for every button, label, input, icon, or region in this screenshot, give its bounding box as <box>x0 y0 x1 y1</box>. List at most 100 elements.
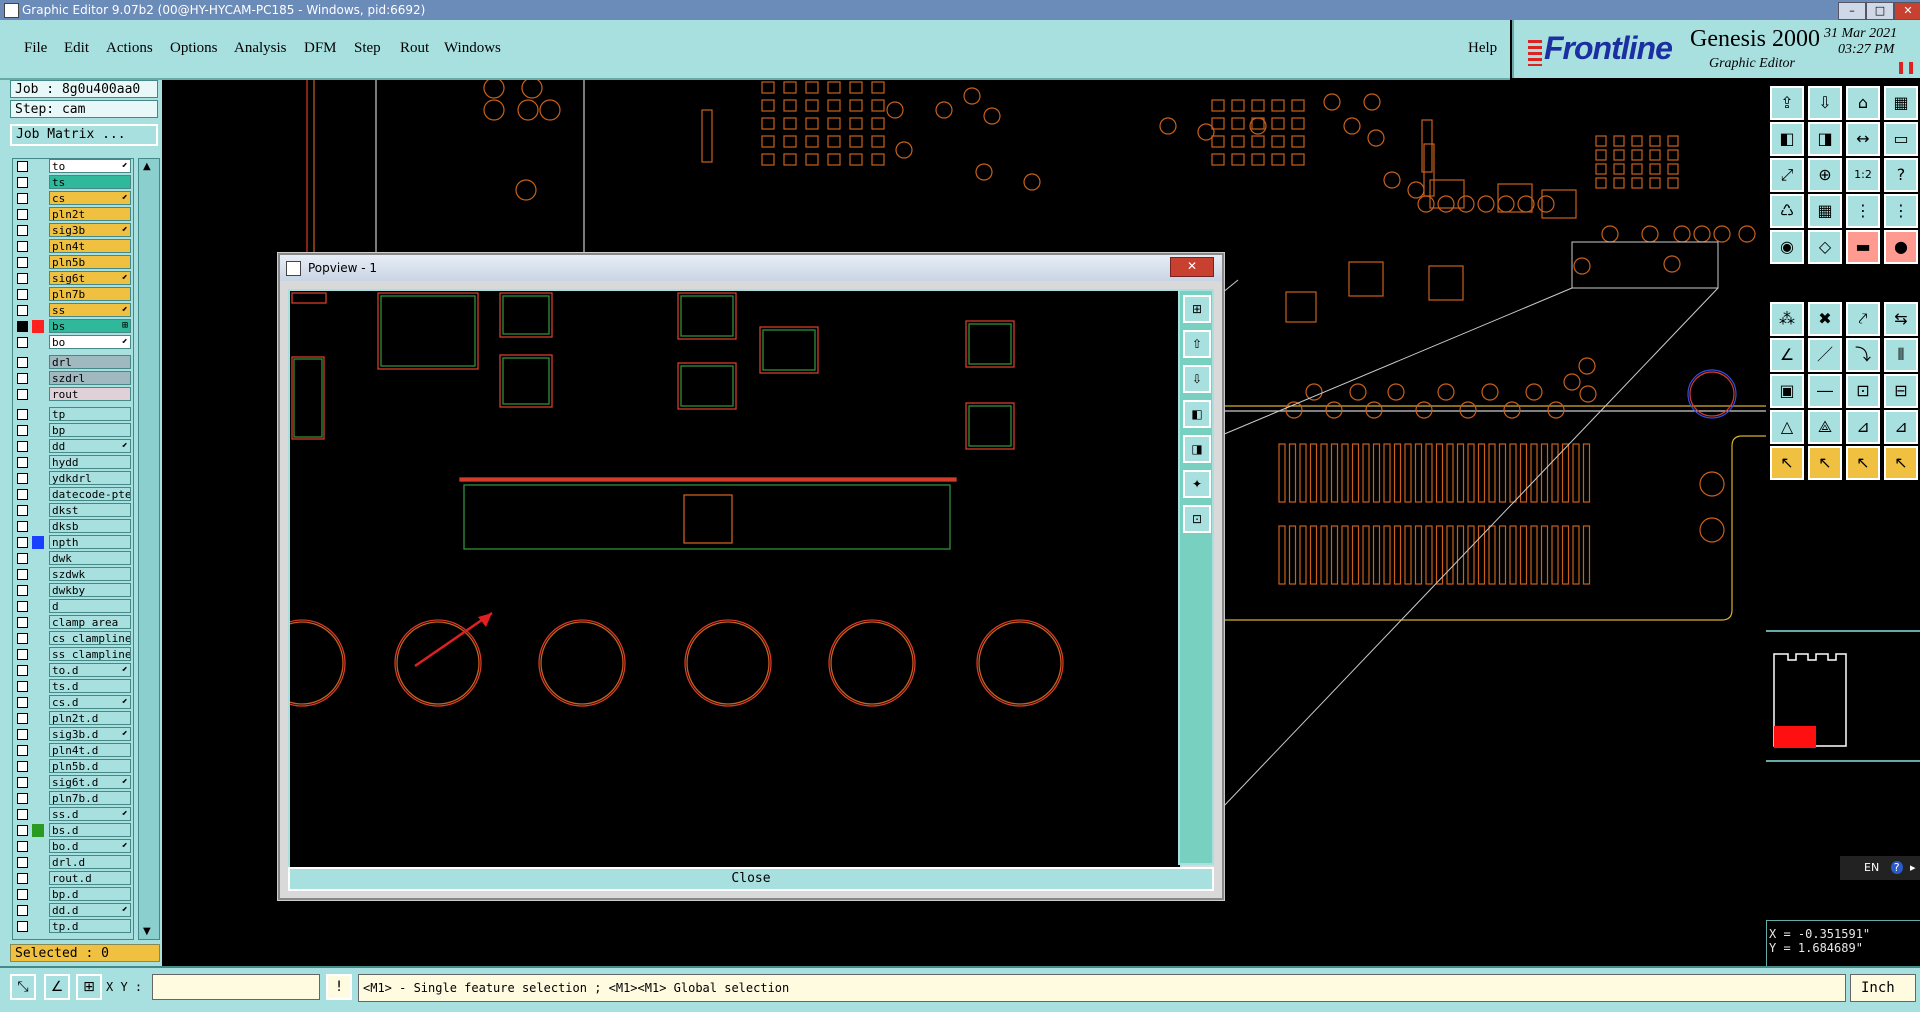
layer-row[interactable]: dksb <box>13 519 133 534</box>
rect-icon[interactable]: ▣ <box>1770 374 1804 408</box>
pan-icon[interactable]: ↔ <box>1846 122 1880 156</box>
layer-checkbox[interactable] <box>17 489 28 500</box>
layer-row[interactable]: bo ⬋ <box>13 335 133 350</box>
layer-row[interactable]: datecode-pte <box>13 487 133 502</box>
layer-row[interactable]: pln4t.d <box>13 743 133 758</box>
scroll-down-icon[interactable]: ▼ <box>143 926 151 937</box>
layer-checkbox[interactable] <box>17 809 28 820</box>
layer-color-swatch[interactable] <box>32 176 44 189</box>
layer-checkbox[interactable] <box>17 457 28 468</box>
layer-row[interactable]: dd.d ⬋ <box>13 903 133 918</box>
layer-list-scrollbar[interactable]: ▲ ▼ <box>138 158 160 940</box>
layer-name[interactable]: bs.d <box>49 823 131 837</box>
menu-options[interactable]: Options <box>170 40 218 57</box>
layer-row[interactable]: tp.d <box>13 919 133 934</box>
layer-name[interactable]: tp.d <box>49 919 131 933</box>
layer-checkbox[interactable] <box>17 241 28 252</box>
layer-checkbox[interactable] <box>17 745 28 756</box>
line-icon[interactable]: ▬ <box>1846 230 1880 264</box>
layer-color-swatch[interactable] <box>32 192 44 205</box>
layer-name[interactable]: rout <box>49 387 131 401</box>
layer-row[interactable]: ss_clamplines <box>13 647 133 662</box>
menu-analysis[interactable]: Analysis <box>234 40 287 57</box>
layer-color-swatch[interactable] <box>32 336 44 349</box>
angle-icon[interactable]: ∠ <box>1770 338 1804 372</box>
home-icon[interactable]: ⌂ <box>1846 86 1880 120</box>
layer-row[interactable]: clamp_area <box>13 615 133 630</box>
layer-row[interactable]: cs.d ⬋ <box>13 695 133 710</box>
layer-name[interactable]: dd.d ⬋ <box>49 903 131 917</box>
layer-name[interactable]: dd ⬋ <box>49 439 131 453</box>
layer-checkbox[interactable] <box>17 257 28 268</box>
scale-icon[interactable]: 1:2 <box>1846 158 1880 192</box>
layer-row[interactable]: tp <box>13 407 133 422</box>
layer-name[interactable]: sig6t.d ⬋ <box>49 775 131 789</box>
layer-name[interactable]: d <box>49 599 131 613</box>
grid-icon[interactable]: ⊞ <box>76 974 102 1000</box>
layer-checkbox[interactable] <box>17 177 28 188</box>
layer-row[interactable]: ydkdrl <box>13 471 133 486</box>
select-icon[interactable]: ↖ <box>1770 446 1804 480</box>
layer-color-swatch[interactable] <box>32 872 44 885</box>
layer-checkbox[interactable] <box>17 553 28 564</box>
grid-icon[interactable]: ▦ <box>1808 194 1842 228</box>
layers-icon[interactable]: ⋮ <box>1846 194 1880 228</box>
layer-row[interactable]: ts <box>13 175 133 190</box>
screen-icon[interactable]: ▭ <box>1884 122 1918 156</box>
draw-line-icon[interactable]: ／ <box>1808 338 1842 372</box>
layer-name[interactable]: drl.d <box>49 855 131 869</box>
layer-name[interactable]: to ⬋ <box>49 159 131 173</box>
select3-icon[interactable]: ↖ <box>1846 446 1880 480</box>
layer-checkbox[interactable] <box>17 681 28 692</box>
layer-name[interactable]: hydd <box>49 455 131 469</box>
layer-color-swatch[interactable] <box>32 472 44 485</box>
layer-name[interactable]: bp.d <box>49 887 131 901</box>
layer-color-swatch[interactable] <box>32 632 44 645</box>
layer-checkbox[interactable] <box>17 193 28 204</box>
layer-color-swatch[interactable] <box>32 904 44 917</box>
delete-icon[interactable]: ✖ <box>1808 302 1842 336</box>
menu-edit[interactable]: Edit <box>64 40 89 57</box>
zoom-area-icon[interactable]: ⊕ <box>1808 158 1842 192</box>
layer-checkbox[interactable] <box>17 373 28 384</box>
layer-color-swatch[interactable] <box>32 696 44 709</box>
layer-name[interactable]: tp <box>49 407 131 421</box>
layer-name[interactable]: ts.d <box>49 679 131 693</box>
menu-file[interactable]: File <box>24 40 47 57</box>
layer-checkbox[interactable] <box>17 161 28 172</box>
layer-checkbox[interactable] <box>17 425 28 436</box>
layer-row[interactable]: szdwk <box>13 567 133 582</box>
ime-expand-icon[interactable]: ▸ <box>1910 861 1916 874</box>
select4-icon[interactable]: ↖ <box>1884 446 1918 480</box>
layer-checkbox[interactable] <box>17 321 28 332</box>
layer-name[interactable]: sig3b.d ⬋ <box>49 727 131 741</box>
menu-windows[interactable]: Windows <box>444 40 501 57</box>
menu-help[interactable]: Help <box>1468 40 1497 57</box>
layer-name[interactable]: clamp_area <box>49 615 131 629</box>
layer-name[interactable]: pln7b.d <box>49 791 131 805</box>
layer-row[interactable]: sig6t.d ⬋ <box>13 775 133 790</box>
layer-name[interactable]: pln5b.d <box>49 759 131 773</box>
layer-row[interactable]: rout <box>13 387 133 402</box>
scroll-up-icon[interactable]: ▲ <box>143 161 151 172</box>
snap-icon[interactable]: ⤡ <box>10 974 36 1000</box>
parallel-icon[interactable]: ⫴ <box>1884 338 1918 372</box>
layer-name[interactable]: ss.d ⬋ <box>49 807 131 821</box>
job-matrix-button[interactable]: Job Matrix ... <box>10 124 158 146</box>
arc-icon[interactable]: ⤵ <box>1846 338 1880 372</box>
ime-indicator[interactable]: EN ? ▸ <box>1840 856 1920 880</box>
layer-checkbox[interactable] <box>17 617 28 628</box>
minimap[interactable] <box>1766 630 1920 762</box>
layer-name[interactable]: ss_clamplines <box>49 647 131 661</box>
layer-color-swatch[interactable] <box>32 600 44 613</box>
layer-color-swatch[interactable] <box>32 920 44 933</box>
layer-name[interactable]: dkst <box>49 503 131 517</box>
layer-checkbox[interactable] <box>17 273 28 284</box>
layer-row[interactable]: bs.d <box>13 823 133 838</box>
popview-canvas[interactable] <box>288 289 1182 869</box>
layer-row[interactable]: pln7b <box>13 287 133 302</box>
triangle4-icon[interactable]: ⊿ <box>1884 410 1918 444</box>
menu-rout[interactable]: Rout <box>400 40 429 57</box>
layer-row[interactable]: sig3b ⬋ <box>13 223 133 238</box>
layer-row[interactable]: pln5b.d <box>13 759 133 774</box>
